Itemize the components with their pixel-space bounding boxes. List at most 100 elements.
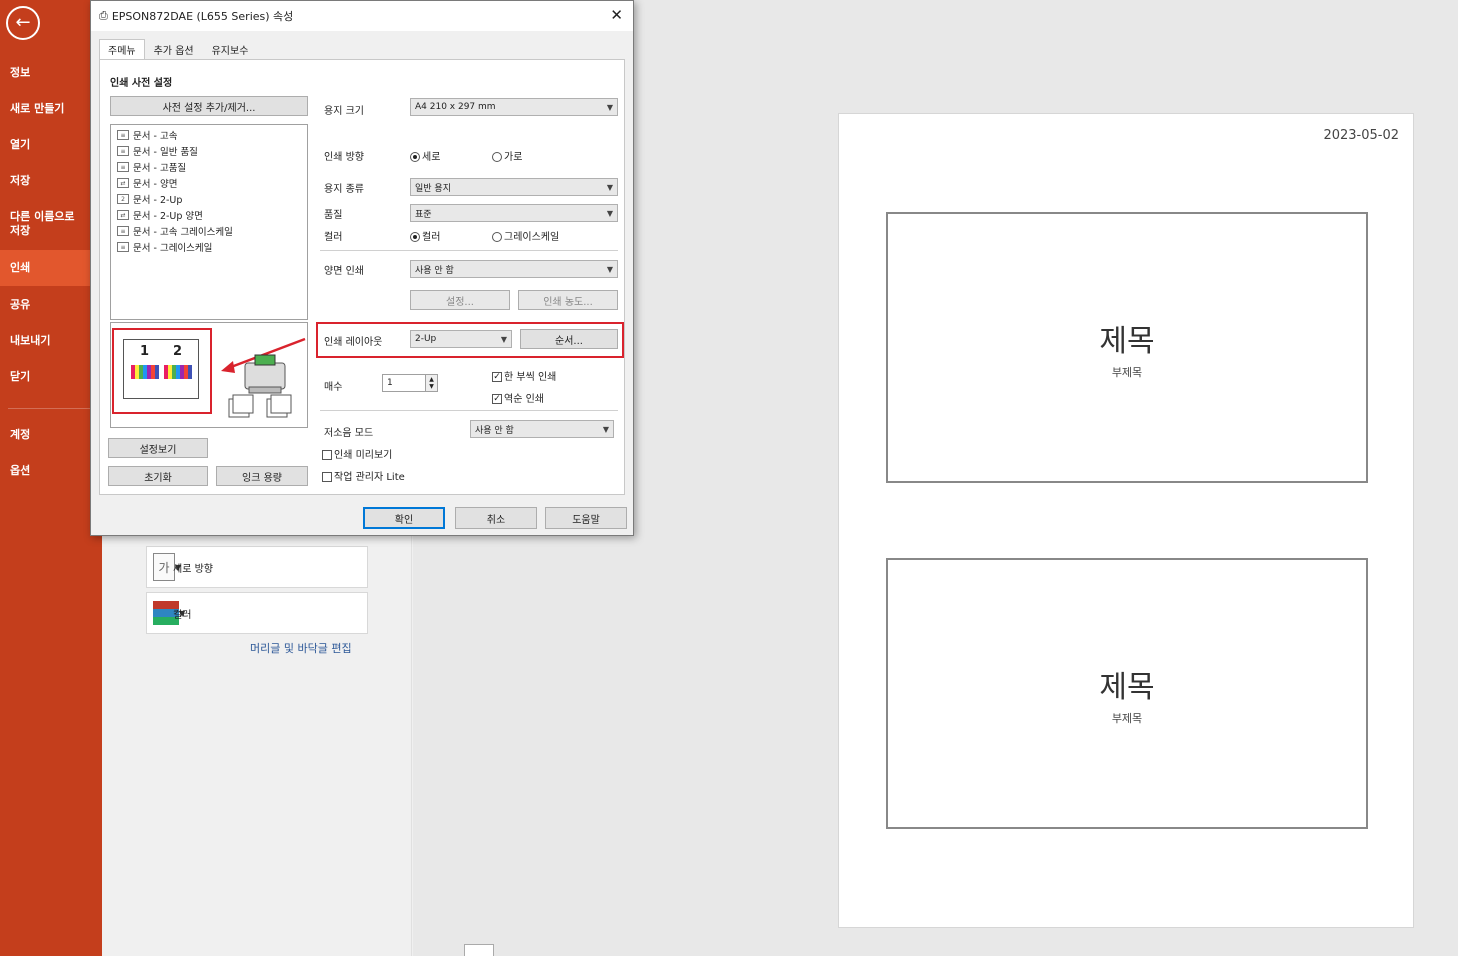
duplex-icon: ⇄ [117,210,129,220]
nav-export[interactable]: 내보내기 [0,334,102,348]
document-icon: ≡ [117,146,129,156]
document-icon: ≡ [117,242,129,252]
nav-close[interactable]: 닫기 [0,370,102,384]
page-order-button[interactable]: 순서... [520,329,618,349]
nav-open[interactable]: 열기 [0,138,102,152]
list-item[interactable]: ⇄ 문서 - 2-Up 양면 [111,207,307,223]
nav-save-as[interactable]: 다른 이름으로 저장 [0,210,86,238]
color-radio[interactable]: 컬러 [410,228,440,243]
divider [320,250,618,251]
copies-label: 매수 [324,382,343,393]
paper-size-label: 용지 크기 [324,106,364,117]
dialog-titlebar: ⎙ EPSON872DAE (L655 Series) 속성 ✕ [91,1,633,31]
orientation-label: 세로 방향 [173,563,213,575]
nav-print[interactable]: 인쇄 [0,250,102,286]
grayscale-radio[interactable]: 그레이스케일 [492,228,559,243]
help-button[interactable]: 도움말 [545,507,627,529]
ink-levels-button[interactable]: 잉크 용량 [216,466,308,486]
tab-maintenance[interactable]: 유지보수 [203,39,258,60]
checkmark-icon: ✓ [492,372,502,382]
printer-icon: ⎙ [99,9,108,22]
add-remove-presets-button[interactable]: 사전 설정 추가/제거... [110,96,308,116]
document-icon: ≡ [117,162,129,172]
preview-page: 2023-05-02 제목 부제목 제목 부제목 [838,113,1414,928]
color-label: 컬러 [173,609,192,621]
divider [320,410,618,411]
radio-unselected [492,232,502,242]
quiet-mode-select[interactable]: 사용 안 함 ▼ [470,420,614,438]
print-preview-checkbox[interactable]: 인쇄 미리보기 [322,446,392,461]
slide-subtitle: 부제목 [1111,365,1143,379]
tab-more-options[interactable]: 추가 옵션 [145,39,203,60]
chevron-down-icon: ▼ [606,102,613,112]
color-dropdown[interactable]: 컬러 ▼ [146,592,368,634]
header-footer-link[interactable]: 머리글 및 바닥글 편집 [250,640,352,656]
list-item[interactable]: ≡ 문서 - 고속 [111,127,307,143]
nav-account[interactable]: 계정 [0,428,102,442]
list-item[interactable]: 2 문서 - 2-Up [111,191,307,207]
dialog-title: EPSON872DAE (L655 Series) 속성 [111,10,294,23]
page-number-input[interactable] [464,944,494,956]
printer-properties-dialog: ⎙ EPSON872DAE (L655 Series) 속성 ✕ 주메뉴 추가 … [90,0,634,536]
two-up-icon: 2 [117,194,129,204]
paper-type-select[interactable]: 일반 용지 ▼ [410,178,618,196]
landscape-radio[interactable]: 가로 [492,148,522,163]
color-mode-label: 컬러 [324,232,343,243]
copies-stepper[interactable]: 1 ▲ ▼ [382,374,438,392]
document-icon: ≡ [117,130,129,140]
chevron-down-icon: ▼ [500,334,507,344]
duplex-label: 양면 인쇄 [324,266,364,277]
slide-subtitle: 부제목 [1111,711,1143,725]
print-density-button[interactable]: 인쇄 농도... [518,290,618,310]
presets-list: ≡ 문서 - 고속 ≡ 문서 - 일반 품질 ≡ 문서 - 고품질 ⇄ 문서 - 양면 … [110,124,308,320]
portrait-orientation-icon: 가 [153,553,175,581]
job-arranger-checkbox[interactable]: 작업 관리자 Lite [322,468,405,483]
close-icon[interactable]: ✕ [610,6,623,24]
duplex-settings-button[interactable]: 설정... [410,290,510,310]
duplex-icon: ⇄ [117,178,129,188]
backstage-sidebar: ← 정보 새로 만들기 열기 저장 다른 이름으로 저장 인쇄 공유 내보내기 … [0,0,102,956]
main-tab-panel: 인쇄 사전 설정 사전 설정 추가/제거... ≡ 문서 - 고속 ≡ 문서 - 일… [99,59,625,495]
chevron-down-icon: ▼ [606,264,613,274]
back-arrow-icon[interactable]: ← [6,6,40,40]
chevron-down-icon: ▼ [606,182,613,192]
nav-new[interactable]: 새로 만들기 [0,102,102,116]
nav-options[interactable]: 옵션 [0,464,102,478]
orientation-dropdown[interactable]: 가 세로 방향 ▼ [146,546,368,588]
nav-save[interactable]: 저장 [0,174,102,188]
show-settings-button[interactable]: 설정보기 [108,438,208,458]
preview-slide: 제목 부제목 [886,212,1368,483]
slide-title: 제목 [1099,323,1155,359]
page-date: 2023-05-02 [1323,128,1399,143]
checkbox-unchecked [322,450,332,460]
quiet-mode-label: 저소음 모드 [324,428,374,439]
list-item[interactable]: ⇄ 문서 - 양면 [111,175,307,191]
list-item[interactable]: ≡ 문서 - 그레이스케일 [111,239,307,255]
nav-info[interactable]: 정보 [0,66,102,80]
document-icon: ≡ [117,226,129,236]
nav-divider [8,408,92,409]
cancel-button[interactable]: 취소 [455,507,537,529]
portrait-radio[interactable]: 세로 [410,148,440,163]
reset-button[interactable]: 초기화 [108,466,208,486]
multi-page-label: 인쇄 레이아웃 [324,337,383,348]
checkbox-unchecked [322,472,332,482]
list-item[interactable]: ≡ 문서 - 고품질 [111,159,307,175]
radio-selected [410,232,420,242]
tab-main[interactable]: 주메뉴 [99,39,145,60]
chevron-down-icon: ▼ [606,208,613,218]
reverse-order-checkbox[interactable]: ✓ 역순 인쇄 [492,390,544,405]
list-item[interactable]: ≡ 문서 - 일반 품질 [111,143,307,159]
ok-button[interactable]: 확인 [363,507,445,529]
multi-page-select[interactable]: 2-Up ▼ [410,330,512,348]
presets-section-title: 인쇄 사전 설정 [110,78,173,89]
spin-arrows-icon[interactable]: ▲ ▼ [425,375,437,391]
list-item[interactable]: ≡ 문서 - 고속 그레이스케일 [111,223,307,239]
nav-share[interactable]: 공유 [0,298,102,312]
quality-select[interactable]: 표준 ▼ [410,204,618,222]
duplex-select[interactable]: 사용 안 함 ▼ [410,260,618,278]
paper-size-select[interactable]: A4 210 x 297 mm ▼ [410,98,618,116]
collate-checkbox[interactable]: ✓ 한 부씩 인쇄 [492,368,556,383]
dialog-tabs: 주메뉴 추가 옵션 유지보수 [99,39,257,60]
paper-type-label: 용지 종류 [324,184,364,195]
